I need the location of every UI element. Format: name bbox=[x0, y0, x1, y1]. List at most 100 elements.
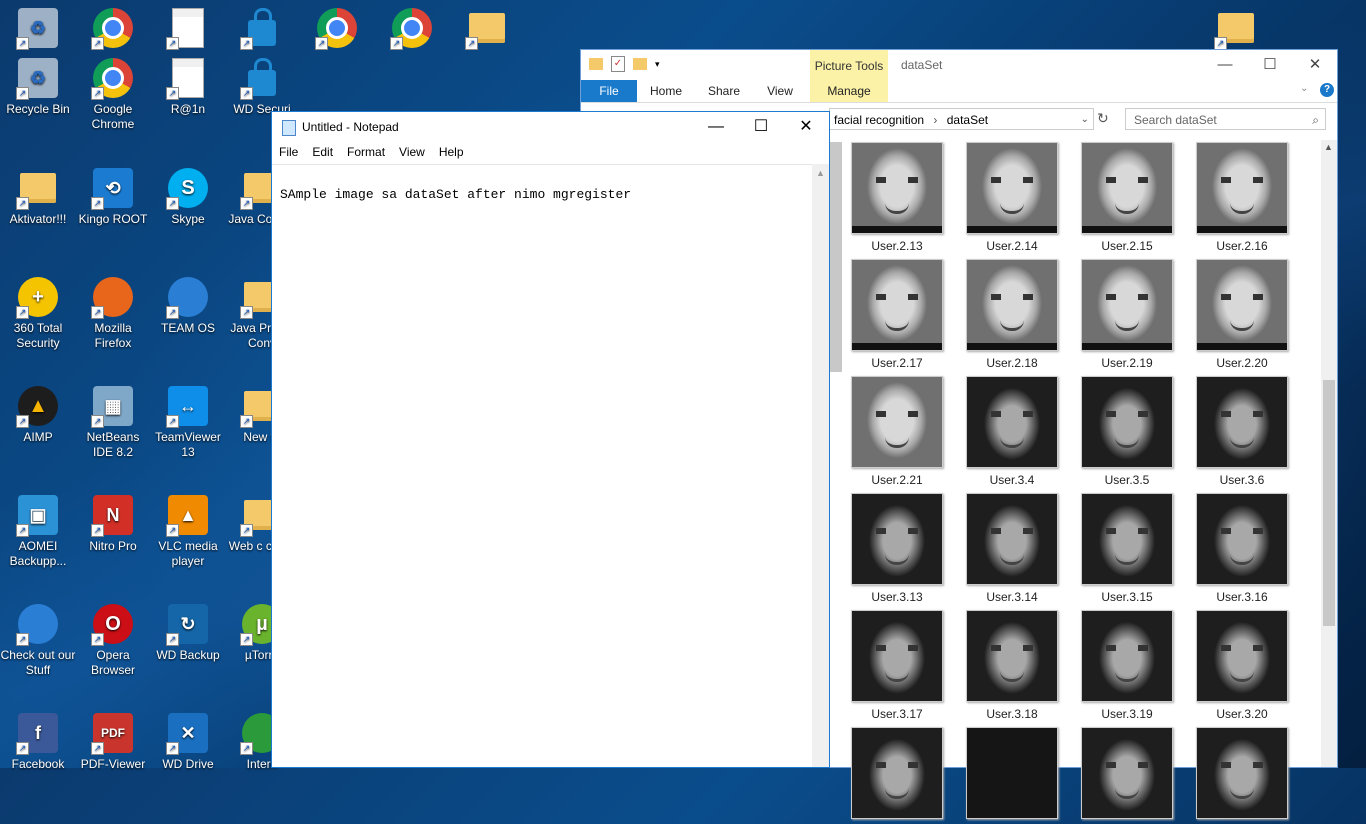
menu-edit[interactable]: Edit bbox=[305, 142, 340, 162]
desktop-icon-facebook[interactable]: f ↗ Facebook bbox=[0, 711, 76, 772]
help-icon[interactable]: ? bbox=[1320, 83, 1334, 97]
file-thumbnail[interactable] bbox=[1196, 727, 1288, 824]
file-thumbnail[interactable]: User.3.17 bbox=[851, 610, 943, 721]
opera-icon: O ↗ bbox=[91, 602, 135, 646]
desktop-icon-aomei-backupp[interactable]: ▣ ↗ AOMEI Backupp... bbox=[0, 493, 76, 569]
file-thumbnail[interactable]: User.2.21 bbox=[851, 376, 943, 487]
face-image bbox=[966, 376, 1058, 468]
breadcrumb-facial-recognition[interactable]: facial recognition bbox=[834, 113, 924, 127]
scroll-up-icon[interactable]: ▲ bbox=[816, 168, 825, 178]
desktop-icon-wd-drive[interactable]: ✕ ↗ WD Drive bbox=[150, 711, 226, 772]
desktop-top-icon[interactable]: ↗ bbox=[449, 6, 525, 52]
file-thumbnail[interactable] bbox=[966, 727, 1058, 824]
properties-icon[interactable]: ✓ bbox=[611, 56, 625, 72]
ribbon-tab-file[interactable]: File bbox=[581, 80, 637, 102]
file-thumbnail[interactable]: User.3.16 bbox=[1196, 493, 1288, 604]
desktop-icon-skype[interactable]: S ↗ Skype bbox=[150, 166, 226, 227]
search-input[interactable]: Search dataSet ⌕ bbox=[1125, 108, 1326, 130]
desktop-icon-check-out-our-stuff[interactable]: ↗ Check out our Stuff bbox=[0, 602, 76, 678]
new-folder-icon[interactable] bbox=[633, 58, 647, 70]
desktop-icon-nitro-pro[interactable]: N ↗ Nitro Pro bbox=[75, 493, 151, 554]
file-thumbnail[interactable]: User.2.17 bbox=[851, 259, 943, 370]
explorer-minimize-button[interactable]: — bbox=[1202, 52, 1248, 78]
file-thumbnail[interactable] bbox=[851, 727, 943, 824]
desktop-top-icon[interactable]: ↗ bbox=[224, 6, 300, 52]
notepad-close-button[interactable]: ✕ bbox=[783, 112, 829, 142]
desktop-icon-kingo-root[interactable]: ⟲ ↗ Kingo ROOT bbox=[75, 166, 151, 227]
notepad-window[interactable]: Untitled - Notepad — ☐ ✕ File Edit Forma… bbox=[271, 111, 830, 768]
desktop-top-icon[interactable]: ↗ bbox=[299, 6, 375, 52]
file-thumbnail[interactable]: User.2.15 bbox=[1081, 142, 1173, 253]
file-thumbnail[interactable]: User.2.20 bbox=[1196, 259, 1288, 370]
notepad-text-area[interactable] bbox=[272, 164, 812, 767]
desktop-icon-recycle-bin[interactable]: ♻ ↗ Recycle Bin bbox=[0, 56, 76, 117]
file-thumbnail[interactable]: User.2.16 bbox=[1196, 142, 1288, 253]
desktop-icon-r-1n[interactable]: ↗ R@1n bbox=[150, 56, 226, 117]
file-thumbnail[interactable]: User.3.15 bbox=[1081, 493, 1173, 604]
explorer-ribbon: File Home Share View Manage ⌄ ? bbox=[581, 80, 1337, 103]
desktop-top-icon[interactable]: ♻ ↗ bbox=[0, 6, 76, 52]
menu-format[interactable]: Format bbox=[340, 142, 392, 162]
desktop-icon-wd-backup[interactable]: ↻ ↗ WD Backup bbox=[150, 602, 226, 663]
notepad-scrollbar[interactable]: ▲ bbox=[812, 164, 829, 767]
desktop-icon-360-total-security[interactable]: + ↗ 360 Total Security bbox=[0, 275, 76, 351]
face-image bbox=[1081, 610, 1173, 702]
menu-view[interactable]: View bbox=[392, 142, 432, 162]
explorer-close-button[interactable]: ✕ bbox=[1292, 52, 1338, 78]
file-name: User.2.21 bbox=[871, 473, 923, 487]
desktop-icon-netbeans-ide-8-2[interactable]: ▦ ↗ NetBeans IDE 8.2 bbox=[75, 384, 151, 460]
notepad-maximize-button[interactable]: ☐ bbox=[738, 112, 784, 142]
notepad-content[interactable]: SAmple image sa dataSet after nimo mgreg… bbox=[280, 187, 631, 202]
desktop-icon-label: Facebook bbox=[11, 757, 65, 771]
desktop-icon-pdf-viewer[interactable]: PDF ↗ PDF-Viewer bbox=[75, 711, 151, 772]
notepad-minimize-button[interactable]: — bbox=[693, 112, 739, 142]
file-thumbnail[interactable]: User.3.6 bbox=[1196, 376, 1288, 487]
desktop-top-icon[interactable]: ↗ bbox=[75, 6, 151, 52]
file-thumbnail[interactable] bbox=[1081, 727, 1173, 824]
chrome-icon: ↗ bbox=[91, 6, 135, 50]
file-thumbnail[interactable]: User.3.19 bbox=[1081, 610, 1173, 721]
explorer-maximize-button[interactable]: ☐ bbox=[1247, 52, 1293, 78]
file-thumbnail[interactable]: User.2.18 bbox=[966, 259, 1058, 370]
notepad-titlebar: Untitled - Notepad — ☐ ✕ bbox=[272, 112, 829, 142]
desktop-icon-team-os[interactable]: ↗ TEAM OS bbox=[150, 275, 226, 336]
ribbon-tab-manage[interactable]: Manage bbox=[810, 80, 888, 102]
desktop-top-icon[interactable]: ↗ bbox=[150, 6, 226, 52]
desktop-icon-teamviewer-13[interactable]: ↔ ↗ TeamViewer 13 bbox=[150, 384, 226, 460]
menu-file[interactable]: File bbox=[272, 142, 305, 162]
desktop-icon-mozilla-firefox[interactable]: ↗ Mozilla Firefox bbox=[75, 275, 151, 351]
file-thumbnail[interactable]: User.2.19 bbox=[1081, 259, 1173, 370]
desktop-icon-aimp[interactable]: ▲ ↗ AIMP bbox=[0, 384, 76, 445]
address-bar[interactable]: facial recognition › dataSet ⌄ bbox=[829, 108, 1094, 130]
file-thumbnail[interactable]: User.2.13 bbox=[851, 142, 943, 253]
content-scrollbar[interactable]: ▲ bbox=[1321, 140, 1337, 767]
file-thumbnail[interactable]: User.3.13 bbox=[851, 493, 943, 604]
address-dropdown-icon[interactable]: ⌄ bbox=[1081, 109, 1089, 131]
menu-help[interactable]: Help bbox=[432, 142, 471, 162]
folder-icon[interactable] bbox=[589, 58, 603, 70]
ribbon-tab-share[interactable]: Share bbox=[701, 80, 747, 102]
file-thumbnail[interactable]: User.3.18 bbox=[966, 610, 1058, 721]
expand-ribbon-icon[interactable]: ⌄ bbox=[1300, 83, 1308, 94]
desktop-icon-vlc-media-player[interactable]: ▲ ↗ VLC media player bbox=[150, 493, 226, 569]
desktop-icon-wd-securi[interactable]: ↗ WD Securi bbox=[224, 56, 300, 117]
file-thumbnail[interactable]: User.3.4 bbox=[966, 376, 1058, 487]
refresh-icon[interactable]: ↻ bbox=[1097, 110, 1109, 127]
ribbon-tab-view[interactable]: View bbox=[757, 80, 803, 102]
face-image bbox=[1196, 610, 1288, 702]
file-thumbnail[interactable]: User.3.5 bbox=[1081, 376, 1173, 487]
scrollbar-thumb[interactable] bbox=[1323, 380, 1335, 626]
desktop-icon-opera-browser[interactable]: O ↗ Opera Browser bbox=[75, 602, 151, 678]
file-thumbnail[interactable]: User.3.14 bbox=[966, 493, 1058, 604]
file-thumbnail[interactable]: User.3.20 bbox=[1196, 610, 1288, 721]
customize-toolbar-icon[interactable]: ▾ bbox=[655, 59, 660, 70]
breadcrumb-dataset[interactable]: dataSet bbox=[947, 113, 988, 127]
nav-pane-scrollbar[interactable] bbox=[830, 142, 842, 372]
file-thumbnail[interactable]: User.2.14 bbox=[966, 142, 1058, 253]
scroll-up-icon[interactable]: ▲ bbox=[1324, 142, 1333, 152]
desktop-folder-icon[interactable]: ↗ bbox=[1198, 6, 1274, 52]
desktop-top-icon[interactable]: ↗ bbox=[374, 6, 450, 52]
desktop-icon-aktivator[interactable]: ↗ Aktivator!!! bbox=[0, 166, 76, 227]
ribbon-tab-home[interactable]: Home bbox=[643, 80, 689, 102]
desktop-icon-google-chrome[interactable]: ↗ Google Chrome bbox=[75, 56, 151, 132]
